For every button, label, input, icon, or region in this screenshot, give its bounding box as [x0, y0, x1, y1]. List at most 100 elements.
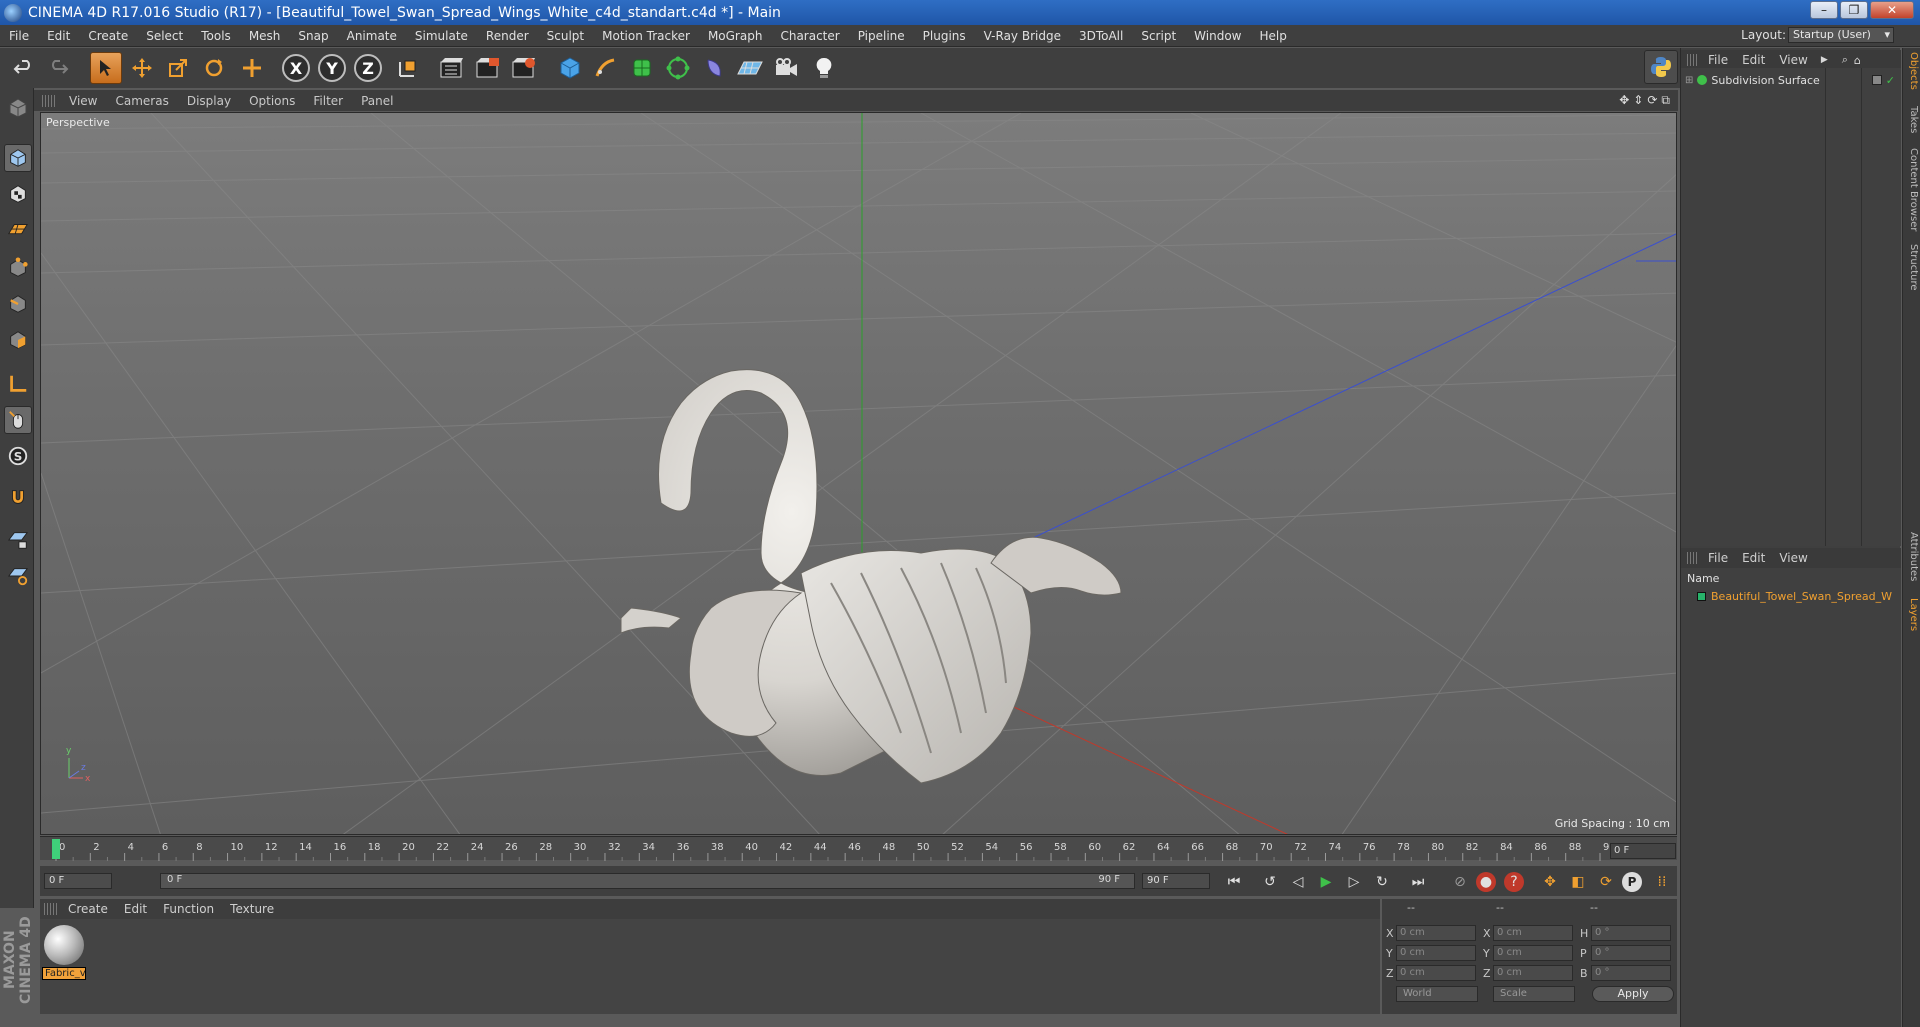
menu-motion-tracker[interactable]: Motion Tracker [593, 29, 699, 43]
menu-select[interactable]: Select [137, 29, 192, 43]
menu-render[interactable]: Render [477, 29, 538, 43]
frame-range-slider[interactable]: 0 F 90 F [160, 873, 1135, 889]
planar-workplane-icon[interactable] [4, 562, 32, 590]
size-y-field[interactable]: 0 cm [1493, 945, 1573, 961]
next-frame-icon[interactable]: ▷ [1342, 870, 1366, 894]
move-icon[interactable] [126, 52, 158, 84]
material-menu-edit[interactable]: Edit [116, 902, 155, 916]
layers-menu-edit[interactable]: Edit [1735, 551, 1772, 565]
python-icon[interactable] [1644, 50, 1678, 84]
tab-objects[interactable]: Objects [1905, 52, 1919, 90]
menu-sculpt[interactable]: Sculpt [538, 29, 593, 43]
key-position-icon[interactable]: ✥ [1538, 870, 1562, 894]
undo-icon[interactable] [8, 52, 40, 84]
tab-structure[interactable]: Structure [1905, 244, 1919, 291]
menu-mesh[interactable]: Mesh [240, 29, 290, 43]
maximize-button[interactable]: ❐ [1840, 1, 1868, 19]
menu-simulate[interactable]: Simulate [406, 29, 477, 43]
size-mode-select[interactable]: Scale [1493, 986, 1575, 1002]
panel-grip-icon[interactable] [42, 94, 56, 107]
camera-icon[interactable] [770, 52, 802, 84]
rotate-icon[interactable] [198, 52, 230, 84]
record-active-objects-icon[interactable]: ⊘ [1448, 870, 1472, 894]
minimize-button[interactable]: – [1810, 1, 1838, 19]
menu-snap[interactable]: Snap [289, 29, 337, 43]
size-x-field[interactable]: 0 cm [1493, 925, 1573, 941]
tab-attributes[interactable]: Attributes [1905, 532, 1919, 581]
keyframe-selection-icon[interactable]: ? [1504, 872, 1524, 892]
axis-mode-icon[interactable] [4, 370, 32, 398]
previous-frame-icon[interactable]: ◁ [1286, 870, 1310, 894]
objects-menu-edit[interactable]: Edit [1735, 53, 1772, 67]
deformer-icon[interactable] [698, 52, 730, 84]
array-icon[interactable] [662, 52, 694, 84]
live-selection-icon[interactable] [90, 52, 122, 84]
layer-row[interactable]: Beautiful_Towel_Swan_Spread_W [1687, 588, 1897, 604]
menu-more-arrow-icon[interactable]: ▶ [1821, 55, 1828, 65]
render-picture-viewer-icon[interactable] [472, 52, 504, 84]
panel-grip-icon[interactable] [1687, 54, 1699, 66]
scale-icon[interactable] [162, 52, 194, 84]
viewport-maximize-icon[interactable]: ⧉ [1661, 93, 1670, 108]
menu-3dtoall[interactable]: 3DToAll [1070, 29, 1132, 43]
panel-grip-icon[interactable] [44, 903, 58, 915]
make-editable-icon[interactable] [4, 94, 32, 122]
texture-mode-icon[interactable] [4, 180, 32, 208]
menu-file[interactable]: File [0, 29, 38, 43]
material-menu-create[interactable]: Create [60, 902, 116, 916]
y-axis-icon[interactable]: Y [318, 54, 346, 82]
redo-icon[interactable] [42, 52, 74, 84]
subdivision-icon[interactable] [626, 52, 658, 84]
tweak-mode-icon[interactable] [4, 406, 32, 434]
tab-takes[interactable]: Takes [1905, 106, 1919, 133]
locked-workplane-icon[interactable] [4, 526, 32, 554]
apply-button[interactable]: Apply [1592, 986, 1674, 1002]
go-to-end-icon[interactable]: ⏭ [1406, 870, 1430, 894]
tab-content-browser[interactable]: Content Browser [1905, 148, 1919, 231]
light-icon[interactable] [808, 52, 840, 84]
render-view-icon[interactable] [436, 52, 468, 84]
viewport-menu-options[interactable]: Options [240, 94, 304, 108]
solo-icon[interactable]: S [4, 442, 32, 470]
key-rotation-icon[interactable]: ⟳ [1594, 870, 1618, 894]
menu-edit[interactable]: Edit [38, 29, 79, 43]
key-parameter-icon[interactable]: P [1622, 872, 1642, 892]
rotation-h-field[interactable]: 0 ° [1591, 925, 1671, 941]
layers-menu-file[interactable]: File [1701, 551, 1735, 565]
menu-script[interactable]: Script [1132, 29, 1185, 43]
menu-vray-bridge[interactable]: V-Ray Bridge [975, 29, 1070, 43]
start-frame-field[interactable]: 0 F [44, 873, 112, 889]
viewport-menu-cameras[interactable]: Cameras [106, 94, 177, 108]
go-to-start-icon[interactable]: ⏮ [1222, 870, 1246, 894]
coordinate-system-icon[interactable] [392, 52, 424, 84]
viewport-perspective[interactable]: Perspective y x z Grid Spacing: 10 cm [40, 112, 1677, 835]
material-menu-function[interactable]: Function [155, 902, 222, 916]
menu-window[interactable]: Window [1185, 29, 1250, 43]
menu-plugins[interactable]: Plugins [914, 29, 975, 43]
close-button[interactable]: ✕ [1870, 1, 1914, 19]
snap-magnet-icon[interactable] [4, 484, 32, 512]
x-axis-icon[interactable]: X [282, 54, 310, 82]
key-scale-icon[interactable]: ◧ [1566, 870, 1590, 894]
playhead[interactable] [52, 839, 60, 859]
render-settings-icon[interactable] [508, 52, 540, 84]
play-icon[interactable]: ▶ [1314, 870, 1338, 894]
layer-color-swatch[interactable] [1697, 591, 1706, 601]
position-x-field[interactable]: 0 cm [1396, 925, 1476, 941]
pen-icon[interactable] [590, 52, 622, 84]
viewport-menu-view[interactable]: View [60, 94, 106, 108]
end-frame-field[interactable]: 90 F [1142, 873, 1210, 889]
material-swatch[interactable]: Fabric_v [42, 925, 86, 981]
viewport-menu-display[interactable]: Display [178, 94, 240, 108]
tab-layers[interactable]: Layers [1905, 598, 1919, 631]
search-icon[interactable]: ⌕ [1842, 53, 1848, 67]
go-to-next-key-icon[interactable]: ↻ [1370, 870, 1394, 894]
viewport-rotate-icon[interactable]: ⟳ [1647, 93, 1657, 108]
polygons-mode-icon[interactable] [4, 326, 32, 354]
viewport-menu-panel[interactable]: Panel [352, 94, 402, 108]
menu-mograph[interactable]: MoGraph [699, 29, 772, 43]
model-mode-icon[interactable] [4, 144, 32, 172]
position-y-field[interactable]: 0 cm [1396, 945, 1476, 961]
edges-mode-icon[interactable] [4, 290, 32, 318]
floor-icon[interactable] [734, 52, 766, 84]
